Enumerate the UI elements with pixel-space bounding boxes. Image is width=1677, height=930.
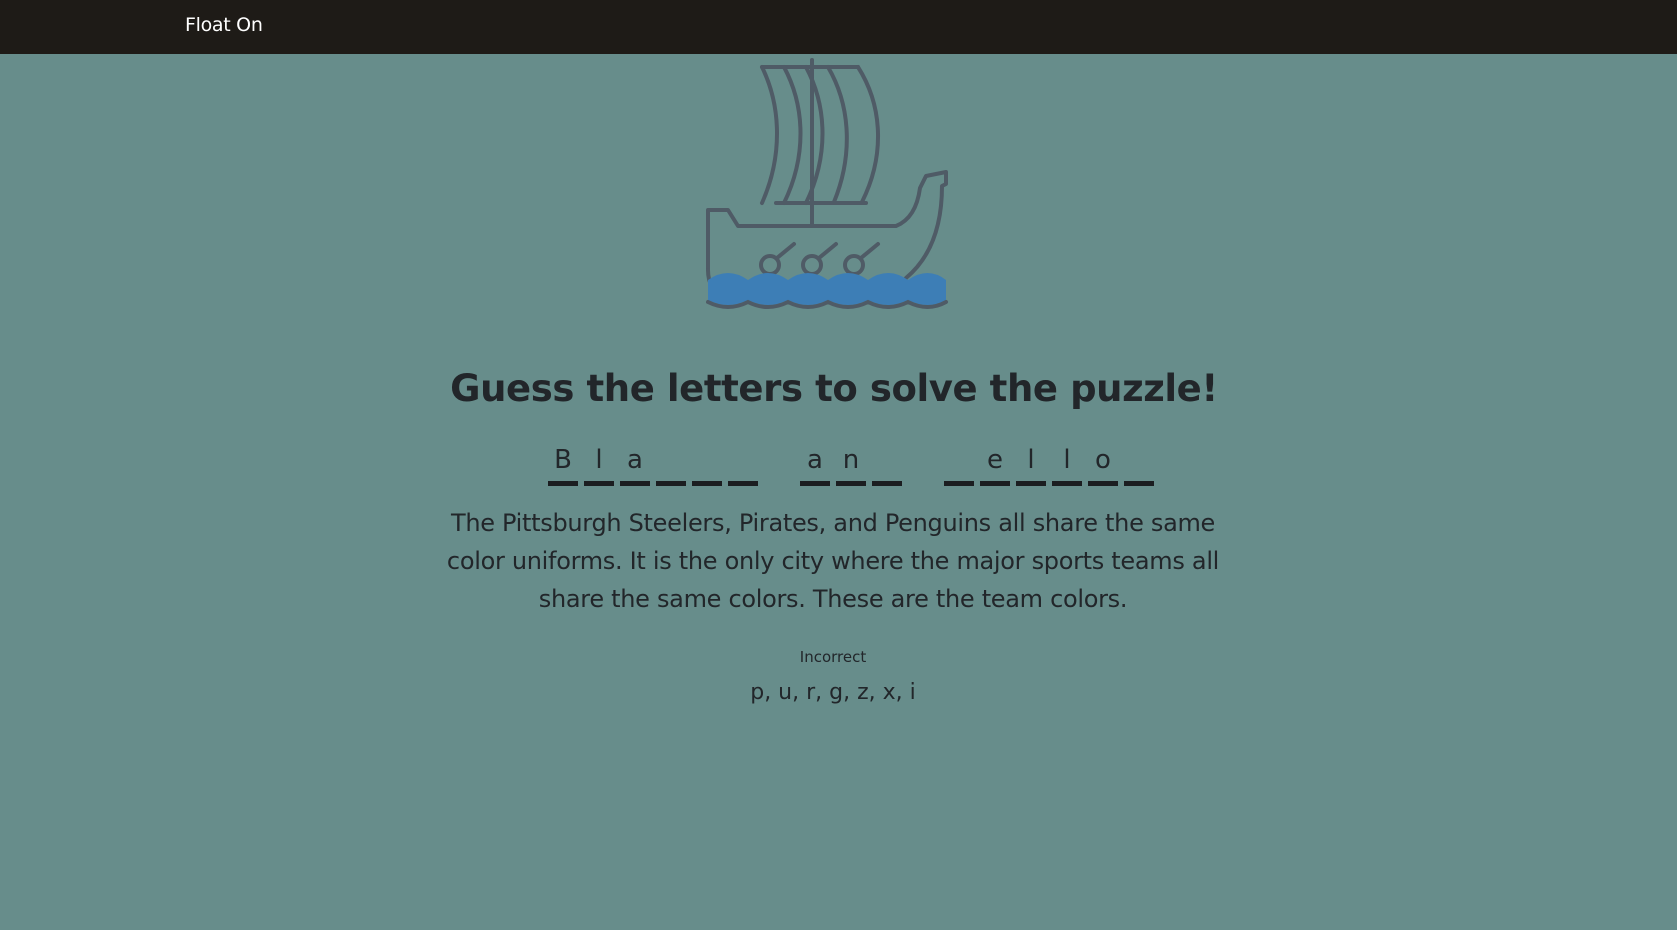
- puzzle-hint: The Pittsburgh Steelers, Pirates, and Pe…: [446, 509, 1220, 613]
- letter-slot: l: [584, 440, 614, 486]
- letter-slot: l: [1016, 440, 1046, 486]
- brand-link[interactable]: Float On: [185, 14, 263, 36]
- incorrect-label: Incorrect: [799, 648, 867, 666]
- letter-slot: [656, 440, 686, 486]
- viking-ship-icon: [706, 58, 948, 309]
- letter-slot: n: [836, 440, 866, 486]
- letter-slot: B: [548, 440, 578, 486]
- letter-slot: [944, 440, 974, 486]
- incorrect-letters: p, u, r, g, z, x, i: [750, 680, 916, 705]
- letter-slot: a: [620, 440, 650, 486]
- letter-slot: [728, 440, 758, 486]
- letter-slot: [872, 440, 902, 486]
- top-navbar: Float On: [0, 0, 1677, 54]
- letter-slot: a: [800, 440, 830, 486]
- letter-slot: e: [980, 440, 1010, 486]
- letter-slot: [692, 440, 722, 486]
- puzzle-heading: Guess the letters to solve the puzzle!: [450, 367, 1218, 410]
- letter-slot: o: [1088, 440, 1118, 486]
- puzzle-board: Blaanello: [548, 440, 1154, 488]
- letter-slot: [1124, 440, 1154, 486]
- letter-slot: l: [1052, 440, 1082, 486]
